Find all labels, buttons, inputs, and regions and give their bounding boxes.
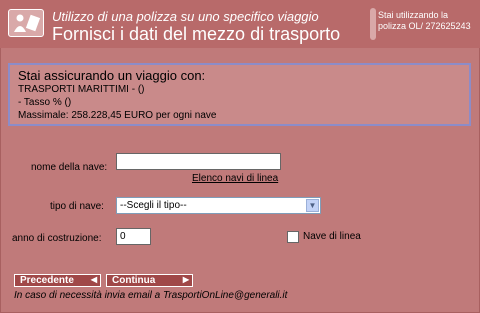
previous-button-label: Precedente [20, 275, 74, 286]
continue-button[interactable]: Continua ▶ [106, 274, 193, 287]
arrow-left-icon: ◀ [90, 275, 97, 284]
line-ship-checkbox[interactable] [287, 231, 299, 243]
ship-name-input[interactable] [116, 153, 281, 170]
header-divider [370, 8, 376, 40]
arrow-right-icon: ▶ [182, 275, 189, 284]
document-icon [8, 9, 44, 37]
policy-info: Stai utilizzando la polizza OL/ 27262524… [378, 10, 471, 31]
ship-type-label: tipo di nave: [50, 201, 104, 212]
page-title: Fornisci i dati del mezzo di trasporto [52, 24, 341, 44]
header: Utilizzo di una polizza su uno specifico… [0, 0, 480, 48]
ship-type-selected: --Scegli il tipo-- [120, 200, 187, 211]
footer-contact: In caso di necessità invia email a Trasp… [14, 290, 288, 301]
info-line-transport: TRASPORTI MARITTIMI - () [18, 84, 145, 95]
line-ship-label: Nave di linea [303, 231, 361, 242]
year-input[interactable] [116, 228, 151, 245]
info-line-rate: - Tasso % () [18, 97, 72, 108]
insurance-info-box: Stai assicurando un viaggio con: TRASPOR… [8, 63, 471, 126]
year-label: anno di costruzione: [12, 233, 102, 244]
ship-type-select[interactable]: --Scegli il tipo-- ▼ [116, 197, 321, 214]
chevron-down-icon[interactable]: ▼ [306, 199, 319, 212]
ship-list-link[interactable]: Elenco navi di linea [192, 173, 278, 184]
page-subtitle: Utilizzo di una polizza su uno specifico… [52, 9, 319, 24]
ship-name-label: nome della nave: [31, 162, 108, 173]
previous-button[interactable]: Precedente ◀ [14, 274, 101, 287]
info-lead: Stai assicurando un viaggio con: [18, 68, 206, 83]
info-line-limit: Massimale: 258.228,45 EURO per ogni nave [18, 110, 217, 121]
continue-button-label: Continua [112, 275, 156, 286]
